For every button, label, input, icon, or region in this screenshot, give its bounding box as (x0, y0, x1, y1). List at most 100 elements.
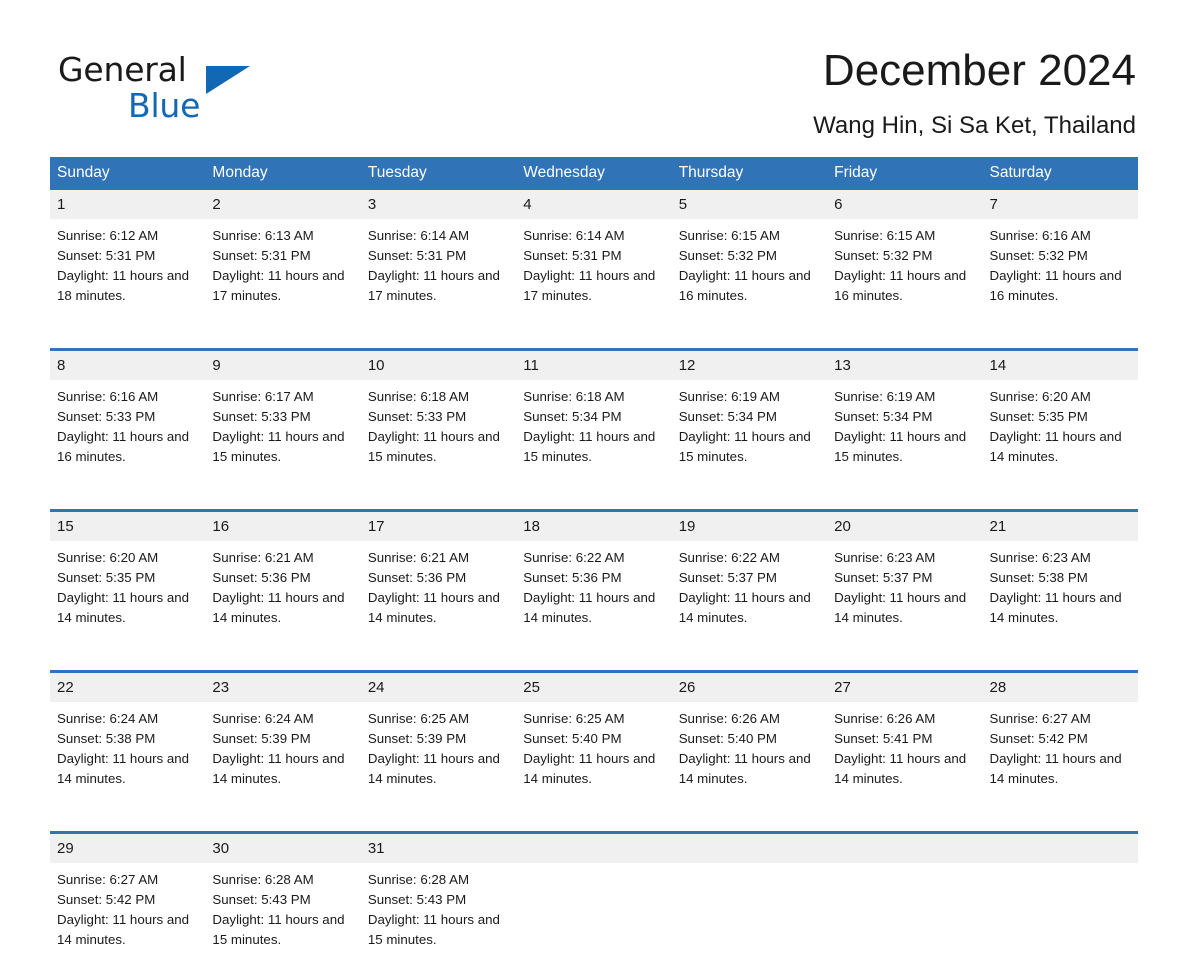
day-number[interactable]: 20 (827, 509, 983, 541)
day-number[interactable]: 14 (982, 348, 1138, 380)
sunset-text: Sunset: 5:32 PM (834, 248, 933, 263)
day-cell[interactable]: Sunrise: 6:24 AM Sunset: 5:39 PM Dayligh… (205, 702, 361, 818)
day-cell[interactable]: Sunrise: 6:21 AM Sunset: 5:36 PM Dayligh… (360, 541, 517, 657)
day-cell[interactable]: Sunrise: 6:24 AM Sunset: 5:38 PM Dayligh… (50, 702, 206, 818)
day-cell[interactable]: Sunrise: 6:22 AM Sunset: 5:37 PM Dayligh… (671, 541, 828, 657)
calendar-table: Sunday Monday Tuesday Wednesday Thursday… (50, 157, 1138, 979)
day-number[interactable]: 24 (360, 670, 517, 702)
day-number[interactable]: 4 (516, 190, 672, 219)
day-cell[interactable]: Sunrise: 6:28 AM Sunset: 5:43 PM Dayligh… (360, 863, 517, 979)
calendar-page: General Blue December 2024 Wang Hin, Si … (0, 0, 1188, 979)
day-number[interactable]: 15 (50, 509, 206, 541)
sunset-text: Sunset: 5:33 PM (367, 409, 467, 424)
daylight-text: Daylight: 11 hours and 18 minutes. (57, 268, 190, 303)
daylight-text: Daylight: 11 hours and 15 minutes. (367, 429, 500, 464)
sunrise-text: Sunrise: 6:17 AM (212, 389, 314, 404)
generalblue-logo[interactable]: General Blue (58, 52, 318, 136)
day-number[interactable]: 5 (671, 190, 828, 219)
day-cell[interactable]: Sunrise: 6:27 AM Sunset: 5:42 PM Dayligh… (50, 863, 206, 979)
day-cell[interactable]: Sunrise: 6:14 AM Sunset: 5:31 PM Dayligh… (360, 219, 517, 335)
logo-text-general: General (58, 50, 187, 89)
week-info-row: Sunrise: 6:20 AM Sunset: 5:35 PM Dayligh… (50, 541, 1138, 657)
day-number[interactable]: 2 (205, 190, 361, 219)
day-cell[interactable]: Sunrise: 6:21 AM Sunset: 5:36 PM Dayligh… (205, 541, 361, 657)
sunrise-text: Sunrise: 6:22 AM (678, 550, 780, 565)
day-cell[interactable]: Sunrise: 6:19 AM Sunset: 5:34 PM Dayligh… (671, 380, 828, 496)
week-daynum-row: 29 30 31 (50, 831, 1138, 863)
day-number[interactable]: 8 (50, 348, 206, 380)
day-number[interactable]: 17 (360, 509, 517, 541)
daylight-text: Daylight: 11 hours and 16 minutes. (989, 268, 1122, 303)
day-number[interactable]: 13 (827, 348, 983, 380)
sunset-text: Sunset: 5:42 PM (989, 731, 1088, 746)
weekday-header-wednesday: Wednesday (516, 157, 672, 190)
day-cell[interactable]: Sunrise: 6:20 AM Sunset: 5:35 PM Dayligh… (50, 541, 206, 657)
day-number[interactable]: 27 (827, 670, 983, 702)
day-number[interactable]: 6 (827, 190, 983, 219)
day-cell[interactable]: Sunrise: 6:18 AM Sunset: 5:34 PM Dayligh… (516, 380, 672, 496)
day-number[interactable]: 28 (982, 670, 1138, 702)
calendar-grid: Sunday Monday Tuesday Wednesday Thursday… (50, 157, 1138, 979)
day-cell[interactable]: Sunrise: 6:17 AM Sunset: 5:33 PM Dayligh… (205, 380, 361, 496)
day-number[interactable]: 23 (205, 670, 361, 702)
day-cell[interactable]: Sunrise: 6:12 AM Sunset: 5:31 PM Dayligh… (50, 219, 206, 335)
day-cell[interactable]: Sunrise: 6:16 AM Sunset: 5:32 PM Dayligh… (982, 219, 1138, 335)
sunrise-text: Sunrise: 6:16 AM (989, 228, 1091, 243)
sunrise-text: Sunrise: 6:23 AM (989, 550, 1091, 565)
daylight-text: Daylight: 11 hours and 15 minutes. (367, 912, 500, 947)
day-number[interactable]: 11 (516, 348, 672, 380)
day-cell[interactable]: Sunrise: 6:27 AM Sunset: 5:42 PM Dayligh… (982, 702, 1138, 818)
sunset-text: Sunset: 5:36 PM (212, 570, 311, 585)
day-cell-empty (516, 863, 672, 979)
day-number[interactable]: 16 (205, 509, 361, 541)
day-number[interactable]: 19 (671, 509, 828, 541)
day-number[interactable]: 1 (50, 190, 206, 219)
sunset-text: Sunset: 5:32 PM (678, 248, 777, 263)
day-cell[interactable]: Sunrise: 6:25 AM Sunset: 5:39 PM Dayligh… (360, 702, 517, 818)
day-number[interactable]: 10 (360, 348, 517, 380)
day-number[interactable]: 31 (360, 831, 517, 863)
day-number[interactable]: 9 (205, 348, 361, 380)
day-cell[interactable]: Sunrise: 6:16 AM Sunset: 5:33 PM Dayligh… (50, 380, 206, 496)
daylight-text: Daylight: 11 hours and 14 minutes. (212, 590, 345, 625)
day-cell[interactable]: Sunrise: 6:18 AM Sunset: 5:33 PM Dayligh… (360, 380, 517, 496)
day-number-empty (827, 831, 983, 863)
sunset-text: Sunset: 5:35 PM (989, 409, 1088, 424)
day-cell-empty (671, 863, 828, 979)
day-number[interactable]: 21 (982, 509, 1138, 541)
sunrise-text: Sunrise: 6:15 AM (678, 228, 780, 243)
sunset-text: Sunset: 5:31 PM (212, 248, 311, 263)
day-cell[interactable]: Sunrise: 6:23 AM Sunset: 5:38 PM Dayligh… (982, 541, 1138, 657)
day-cell[interactable]: Sunrise: 6:26 AM Sunset: 5:40 PM Dayligh… (671, 702, 828, 818)
sunset-text: Sunset: 5:34 PM (678, 409, 777, 424)
daylight-text: Daylight: 11 hours and 14 minutes. (57, 912, 190, 947)
day-cell[interactable]: Sunrise: 6:28 AM Sunset: 5:43 PM Dayligh… (205, 863, 361, 979)
week-info-row: Sunrise: 6:12 AM Sunset: 5:31 PM Dayligh… (50, 219, 1138, 335)
day-cell[interactable]: Sunrise: 6:15 AM Sunset: 5:32 PM Dayligh… (671, 219, 828, 335)
day-cell-empty (827, 863, 983, 979)
day-cell[interactable]: Sunrise: 6:13 AM Sunset: 5:31 PM Dayligh… (205, 219, 361, 335)
sunrise-text: Sunrise: 6:25 AM (367, 711, 470, 726)
day-number[interactable]: 12 (671, 348, 828, 380)
day-number[interactable]: 30 (205, 831, 361, 863)
day-cell[interactable]: Sunrise: 6:23 AM Sunset: 5:37 PM Dayligh… (827, 541, 983, 657)
sunset-text: Sunset: 5:40 PM (523, 731, 622, 746)
day-cell[interactable]: Sunrise: 6:20 AM Sunset: 5:35 PM Dayligh… (982, 380, 1138, 496)
day-number[interactable]: 3 (360, 190, 517, 219)
day-number-empty (671, 831, 828, 863)
day-cell[interactable]: Sunrise: 6:14 AM Sunset: 5:31 PM Dayligh… (516, 219, 672, 335)
sunset-text: Sunset: 5:34 PM (834, 409, 933, 424)
day-cell[interactable]: Sunrise: 6:15 AM Sunset: 5:32 PM Dayligh… (827, 219, 983, 335)
sunrise-text: Sunrise: 6:19 AM (678, 389, 780, 404)
sunrise-text: Sunrise: 6:13 AM (212, 228, 314, 243)
day-cell[interactable]: Sunrise: 6:22 AM Sunset: 5:36 PM Dayligh… (516, 541, 672, 657)
day-cell[interactable]: Sunrise: 6:25 AM Sunset: 5:40 PM Dayligh… (516, 702, 672, 818)
day-number[interactable]: 26 (671, 670, 828, 702)
day-number[interactable]: 7 (982, 190, 1138, 219)
day-number[interactable]: 22 (50, 670, 206, 702)
day-cell[interactable]: Sunrise: 6:19 AM Sunset: 5:34 PM Dayligh… (827, 380, 983, 496)
day-cell[interactable]: Sunrise: 6:26 AM Sunset: 5:41 PM Dayligh… (827, 702, 983, 818)
day-number[interactable]: 25 (516, 670, 672, 702)
day-number[interactable]: 29 (50, 831, 206, 863)
day-number[interactable]: 18 (516, 509, 672, 541)
